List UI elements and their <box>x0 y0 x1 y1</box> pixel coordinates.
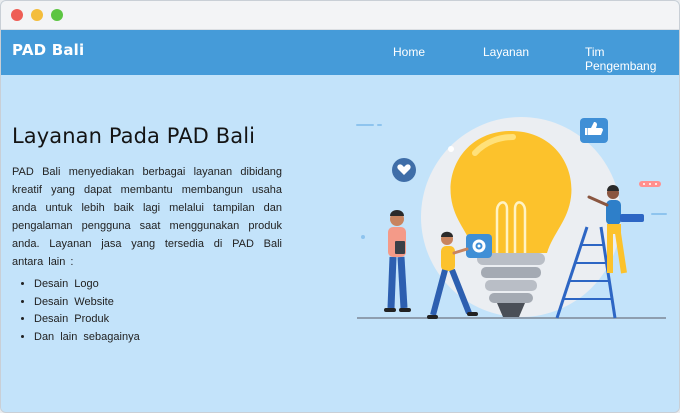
hero-illustration <box>356 117 667 319</box>
close-window-button[interactable] <box>11 9 23 21</box>
navbar: PAD Bali Home Layanan Tim Pengembang <box>1 30 679 75</box>
hero-section: Layanan Pada PAD Bali PAD Bali menyediak… <box>1 75 679 412</box>
heart-icon <box>392 158 416 182</box>
list-item: Desain Logo <box>34 276 140 294</box>
list-item: Desain Produk <box>34 311 140 329</box>
nav-link-tim-pengembang[interactable]: Tim Pengembang <box>585 45 679 73</box>
minimize-window-button[interactable] <box>31 9 43 21</box>
services-list: Desain Logo Desain Website Desain Produk… <box>19 276 140 346</box>
hero-description: PAD Bali menyediakan berbagai layanan di… <box>12 166 282 268</box>
nav-link-layanan[interactable]: Layanan <box>483 45 529 59</box>
thumbs-up-icon <box>580 118 608 143</box>
page-title: Layanan Pada PAD Bali <box>12 124 256 148</box>
browser-window: PAD Bali Home Layanan Tim Pengembang Lay… <box>0 0 680 413</box>
nav-link-home[interactable]: Home <box>393 45 425 59</box>
maximize-window-button[interactable] <box>51 9 63 21</box>
list-item: Dan lain sebagainya <box>34 329 140 347</box>
list-item: Desain Website <box>34 294 140 312</box>
person-with-tablet <box>384 210 411 312</box>
gear-icon <box>466 234 492 258</box>
brand-logo[interactable]: PAD Bali <box>12 41 84 59</box>
window-titlebar <box>1 1 679 30</box>
